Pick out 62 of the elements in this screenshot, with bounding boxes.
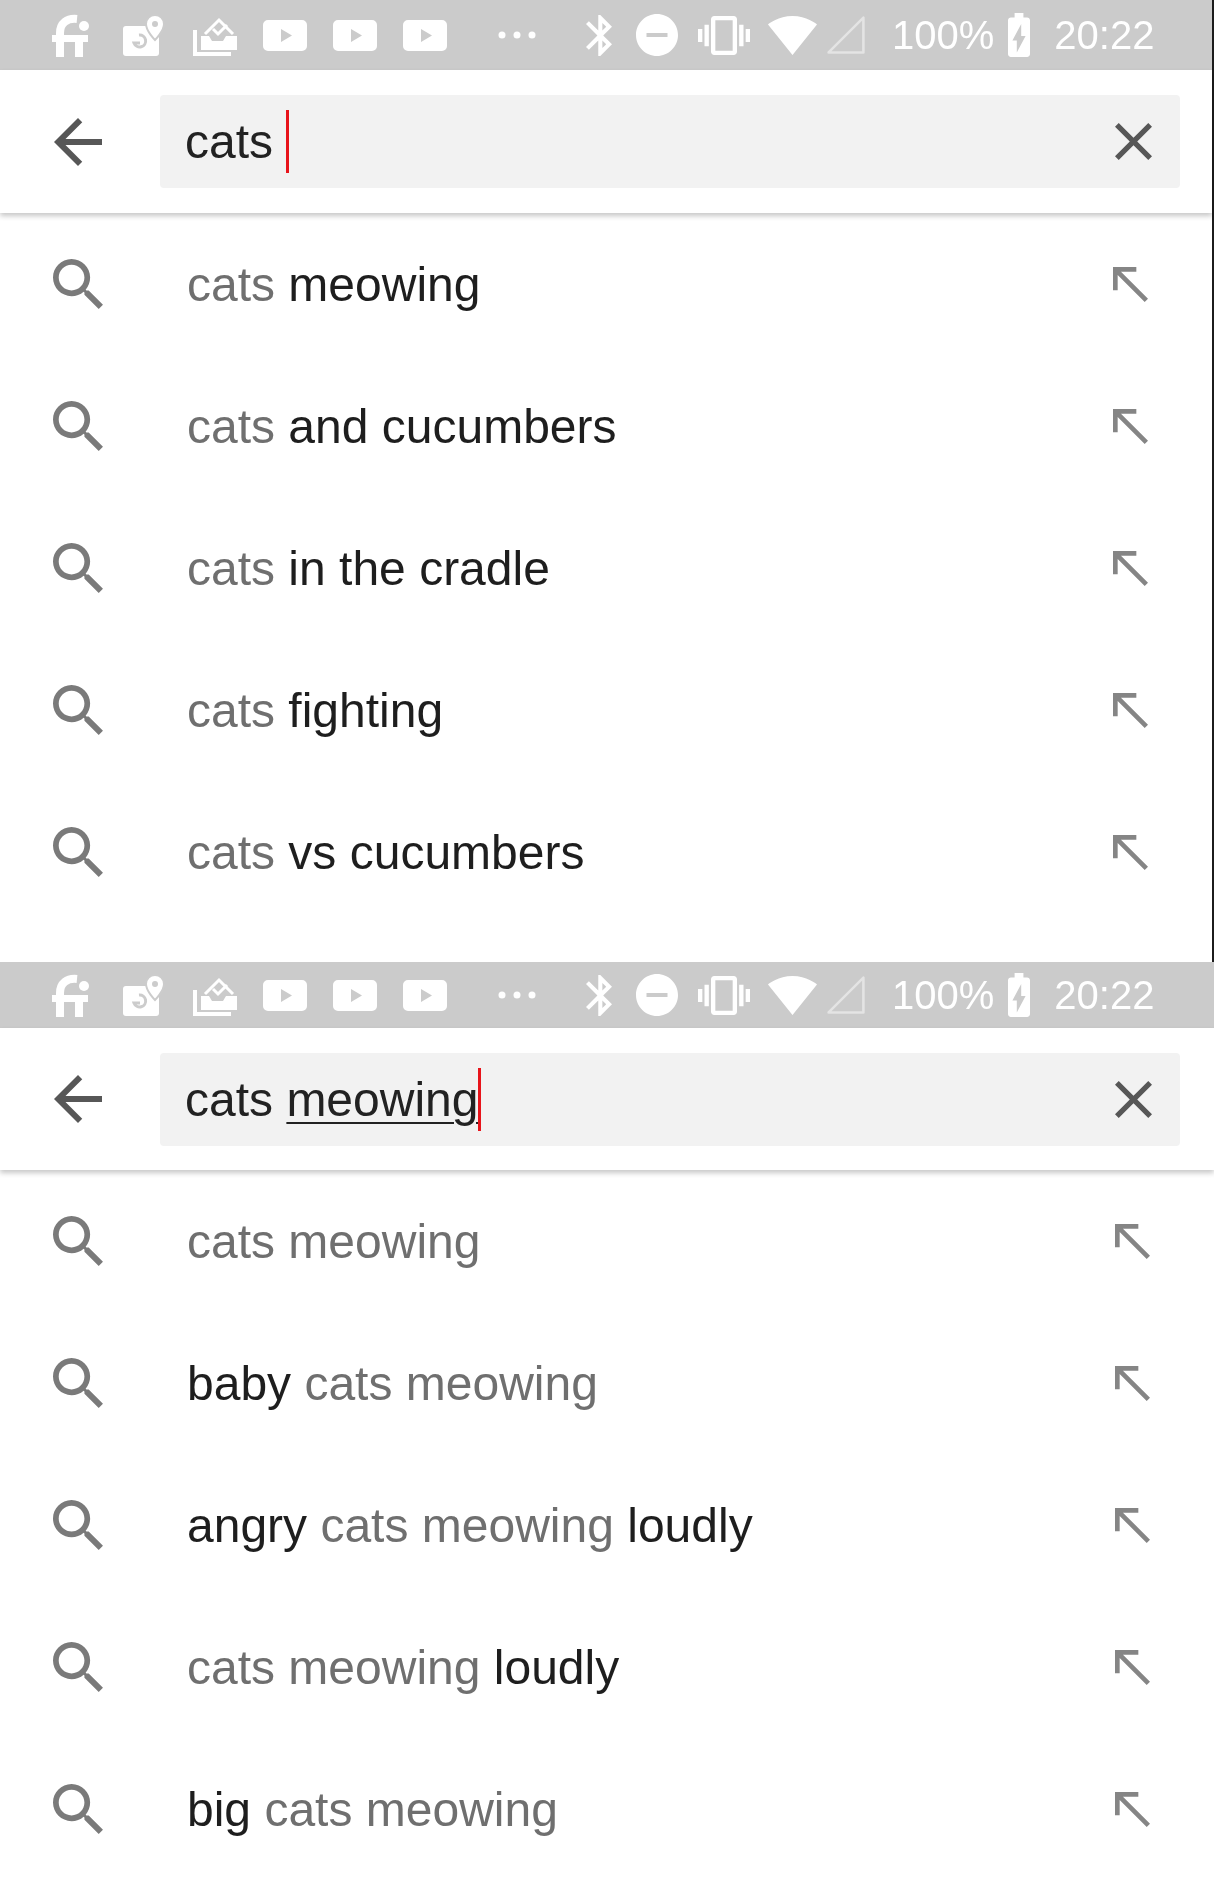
search-field[interactable]: cats meowing [160, 1052, 1180, 1146]
arrow-up-left-icon[interactable] [1113, 266, 1148, 302]
search-icon [53, 1358, 103, 1408]
bluetooth-icon [586, 974, 612, 1016]
more-dots-icon [498, 31, 536, 39]
bluetooth-icon [586, 14, 612, 56]
back-arrow-icon[interactable] [54, 1075, 102, 1123]
arrow-up-left-icon[interactable] [1115, 1649, 1150, 1685]
suggestion-text[interactable]: angry cats meowing loudly [187, 1497, 753, 1553]
search-icon [53, 1784, 103, 1834]
app-logo-icon [52, 13, 90, 57]
vibrate-icon [698, 15, 750, 55]
cell-signal-icon [827, 16, 865, 54]
suggestion-text[interactable]: cats in the cradle [187, 540, 550, 596]
map-pin-icon [123, 974, 165, 1016]
text-cursor [478, 1067, 482, 1131]
battery-charging-icon [1008, 13, 1031, 57]
map-pin-icon [123, 14, 165, 56]
arrow-up-left-icon[interactable] [1115, 1223, 1150, 1259]
play-button-icon [333, 979, 377, 1011]
suggestion-text[interactable]: cats vs cucumbers [187, 824, 585, 880]
search-icon [53, 259, 103, 309]
play-button-icon [333, 19, 377, 51]
suggestion-text[interactable]: cats meowing loudly [187, 1639, 620, 1695]
do-not-disturb-icon [636, 974, 678, 1016]
suggestion-text[interactable]: cats meowing [187, 1213, 481, 1269]
battery-charging-icon [1008, 973, 1031, 1017]
search-icon [53, 685, 103, 735]
search-field[interactable]: cats [160, 95, 1180, 188]
do-not-disturb-icon [636, 14, 678, 56]
search-icon [53, 1642, 103, 1692]
arrow-up-left-icon[interactable] [1113, 408, 1148, 444]
play-button-icon [403, 19, 447, 51]
cell-signal-icon [827, 976, 865, 1014]
arrow-up-left-icon[interactable] [1115, 1791, 1150, 1827]
arrow-up-left-icon[interactable] [1113, 550, 1148, 586]
suggestion-text[interactable]: cats fighting [187, 682, 444, 738]
arrow-up-left-icon[interactable] [1113, 692, 1148, 728]
search-icon [53, 543, 103, 593]
wifi-icon [768, 15, 817, 55]
search-icon [53, 1216, 103, 1266]
search-icon [53, 1500, 103, 1550]
text-cursor [286, 110, 290, 173]
play-button-icon [263, 979, 307, 1011]
close-icon[interactable] [1115, 123, 1152, 160]
wifi-icon [768, 975, 817, 1015]
search-icon [53, 827, 103, 877]
arrow-up-left-icon[interactable] [1115, 1365, 1150, 1401]
suggestion-text[interactable]: baby cats meowing [187, 1355, 598, 1411]
arrow-up-left-icon[interactable] [1115, 1507, 1150, 1543]
play-button-icon [403, 979, 447, 1011]
back-arrow-icon[interactable] [54, 117, 102, 166]
suggestion-text[interactable]: cats meowing [187, 256, 481, 312]
close-icon[interactable] [1115, 1080, 1152, 1118]
suggestion-text[interactable]: big cats meowing [187, 1781, 558, 1837]
search-icon [53, 401, 103, 451]
arrow-up-left-icon[interactable] [1113, 834, 1148, 870]
app-logo-icon [52, 973, 90, 1017]
vibrate-icon [698, 975, 750, 1015]
more-dots-icon [498, 991, 536, 999]
play-button-icon [263, 19, 307, 51]
suggestion-text[interactable]: cats and cucumbers [187, 398, 617, 454]
